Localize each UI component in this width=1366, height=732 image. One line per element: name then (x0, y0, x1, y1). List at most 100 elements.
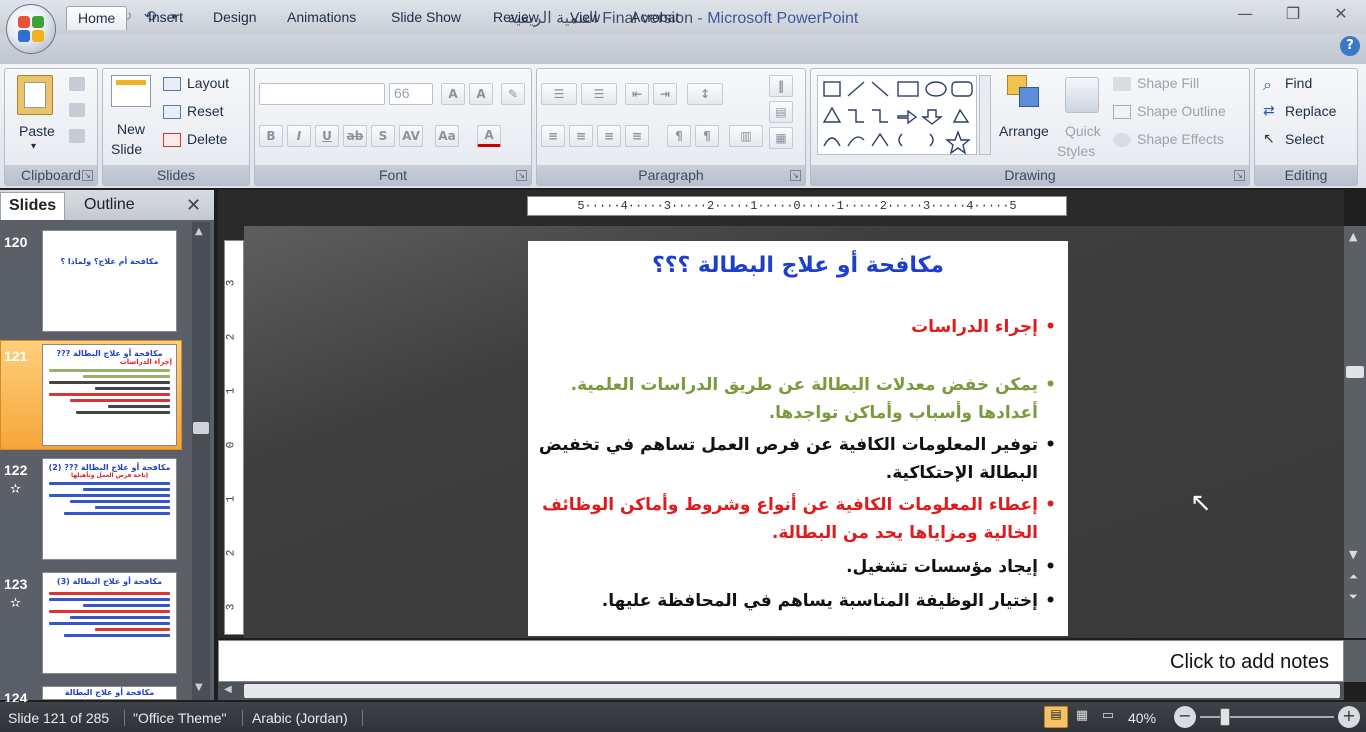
new-slide-label-1[interactable]: New (117, 121, 145, 137)
select-button[interactable]: Select (1285, 131, 1324, 147)
notes-pane[interactable]: Click to add notes (218, 640, 1344, 682)
select-icon[interactable]: ↖ (1263, 131, 1275, 147)
replace-icon[interactable]: ⇄ (1263, 103, 1275, 119)
slide-thumbnail[interactable]: مكافحة أو علاج البطالة ??? (2) إتاحة فرص… (42, 458, 177, 560)
italic-icon[interactable]: I (287, 125, 311, 147)
align-text-icon[interactable]: ▤ (769, 101, 793, 123)
underline-icon[interactable]: U (315, 125, 339, 147)
grow-font-icon[interactable]: A (441, 83, 465, 105)
paste-button[interactable]: Paste (19, 123, 55, 139)
format-painter-icon[interactable] (69, 129, 85, 143)
font-name-combo[interactable] (259, 83, 385, 105)
arrange-icon[interactable] (1007, 75, 1043, 111)
strikethrough-icon[interactable]: ab (343, 125, 367, 147)
zoom-level[interactable]: 40% (1128, 710, 1156, 726)
slide-title[interactable]: مكافحة أو علاج البطالة ؟؟؟ (528, 253, 1068, 278)
horizontal-scroll-thumb[interactable] (244, 684, 1340, 698)
tab-design[interactable]: Design (213, 6, 257, 30)
vertical-ruler[interactable]: 3 2 1 0 1 2 3 (224, 240, 244, 635)
align-left-icon[interactable]: ≡ (541, 125, 565, 147)
copy-icon[interactable] (69, 103, 85, 117)
slide-thumbnail[interactable]: مكافحة أو علاج البطالة (3) (42, 572, 177, 674)
tab-insert[interactable]: Insert (148, 6, 183, 30)
ltr-icon[interactable]: ¶ (667, 125, 691, 147)
zoom-slider-thumb[interactable] (1220, 708, 1230, 726)
zoom-out-icon[interactable]: − (1174, 706, 1196, 728)
zoom-in-icon[interactable]: + (1338, 706, 1360, 728)
scroll-left-icon[interactable]: ◀ (224, 684, 232, 695)
tab-animations[interactable]: Animations (287, 6, 356, 30)
decrease-indent-icon[interactable]: ⇤ (625, 83, 649, 105)
tab-view[interactable]: View (570, 6, 600, 30)
reset-icon[interactable] (163, 105, 181, 119)
cut-icon[interactable] (69, 77, 85, 91)
slide-thumbnail[interactable]: مكافحة أو علاج البطالة (42, 686, 177, 700)
delete-icon[interactable] (163, 133, 181, 147)
help-icon[interactable]: ? (1340, 36, 1360, 56)
panel-scroll-thumb[interactable] (193, 422, 209, 434)
shape-outline-button[interactable]: Shape Outline (1137, 103, 1226, 119)
quick-styles-label-1[interactable]: Quick (1065, 123, 1101, 139)
columns-icon[interactable]: ▥ (729, 125, 763, 147)
close-icon[interactable]: ✕ (186, 195, 201, 216)
shapes-scroll[interactable] (979, 75, 991, 155)
shape-effects-icon[interactable] (1113, 133, 1131, 147)
shape-fill-button[interactable]: Shape Fill (1137, 75, 1199, 91)
horizontal-scrollbar[interactable]: ◀ (218, 682, 1344, 700)
slide-scroll-thumb[interactable] (1346, 366, 1364, 378)
align-right-icon[interactable]: ≡ (597, 125, 621, 147)
change-case-icon[interactable]: Aa (435, 125, 459, 147)
slide-thumbnail[interactable]: مكافحة أم علاج؟ ولماذا ؟ (42, 230, 177, 332)
normal-view-icon[interactable]: ▤ (1044, 706, 1068, 728)
slide-vertical-scrollbar[interactable]: ▲ ▼ ⏶ ⏷ (1344, 226, 1366, 638)
notes-scrollbar[interactable] (1344, 640, 1366, 682)
replace-button[interactable]: Replace (1285, 103, 1336, 119)
font-color-icon[interactable]: A (477, 125, 501, 147)
slide-bullet[interactable]: توفير المعلومات الكافية عن فرص العمل تسا… (538, 431, 1056, 487)
shape-effects-button[interactable]: Shape Effects (1137, 131, 1224, 147)
slide-canvas[interactable]: مكافحة أو علاج البطالة ؟؟؟ إجراء الدراسا… (528, 241, 1068, 636)
tab-slide-show[interactable]: Slide Show (391, 6, 461, 30)
scroll-down-icon[interactable]: ▼ (1349, 548, 1357, 561)
scroll-up-icon[interactable]: ▲ (1349, 230, 1357, 243)
slide-bullet[interactable]: إيجاد مؤسسات تشغيل. (538, 553, 1056, 581)
rtl-icon[interactable]: ¶ (695, 125, 719, 147)
numbering-icon[interactable]: ☰ (581, 83, 617, 105)
tab-home[interactable]: Home (66, 6, 128, 30)
paragraph-launcher-icon[interactable]: ↘ (790, 170, 801, 181)
increase-indent-icon[interactable]: ⇥ (653, 83, 677, 105)
find-icon[interactable]: ⌕ (1263, 75, 1272, 95)
arrange-button[interactable]: Arrange (999, 123, 1049, 139)
justify-icon[interactable]: ≡ (625, 125, 649, 147)
close-button[interactable]: ✕ (1326, 4, 1356, 26)
bullets-icon[interactable]: ☰ (541, 83, 577, 105)
tab-review[interactable]: Review (493, 6, 539, 30)
slide-thumbnail[interactable]: مكافحة أو علاج البطالة ??? إجراء الدراسا… (42, 344, 177, 446)
minimize-button[interactable]: — (1230, 4, 1260, 26)
line-spacing-icon[interactable]: ↕ (687, 83, 723, 105)
scroll-down-icon[interactable]: ▼ (195, 682, 203, 693)
maximize-button[interactable]: ❐ (1278, 4, 1308, 26)
char-spacing-icon[interactable]: AV (399, 125, 423, 147)
slide-bullet[interactable]: يمكن خفض معدلات البطالة عن طريق الدراسات… (538, 371, 1056, 427)
layout-icon[interactable] (163, 77, 181, 91)
bold-icon[interactable]: B (259, 125, 283, 147)
font-launcher-icon[interactable]: ↘ (516, 170, 527, 181)
slide-bullet[interactable]: إعطاء المعلومات الكافية عن أنواع وشروط و… (538, 491, 1056, 547)
find-button[interactable]: Find (1285, 75, 1312, 91)
delete-button[interactable]: Delete (187, 131, 227, 147)
text-direction-icon[interactable]: ‖ (769, 75, 793, 97)
shape-fill-icon[interactable] (1113, 77, 1131, 91)
horizontal-ruler[interactable]: 5·····4·····3·····2·····1·····0·····1···… (527, 196, 1067, 216)
next-slide-icon[interactable]: ⏷ (1349, 590, 1358, 604)
previous-slide-icon[interactable]: ⏶ (1349, 570, 1358, 584)
notes-placeholder[interactable]: Click to add notes (1170, 651, 1329, 674)
shapes-gallery[interactable] (817, 75, 977, 155)
quick-styles-icon[interactable] (1065, 77, 1099, 113)
language-indicator[interactable]: Arabic (Jordan) (252, 710, 348, 726)
tab-acrobat[interactable]: Acrobat (631, 6, 679, 30)
font-size-combo[interactable]: 66 (389, 83, 433, 105)
shape-outline-icon[interactable] (1113, 105, 1131, 119)
smartart-icon[interactable]: ▦ (769, 127, 793, 149)
scroll-up-icon[interactable]: ▲ (195, 226, 203, 237)
